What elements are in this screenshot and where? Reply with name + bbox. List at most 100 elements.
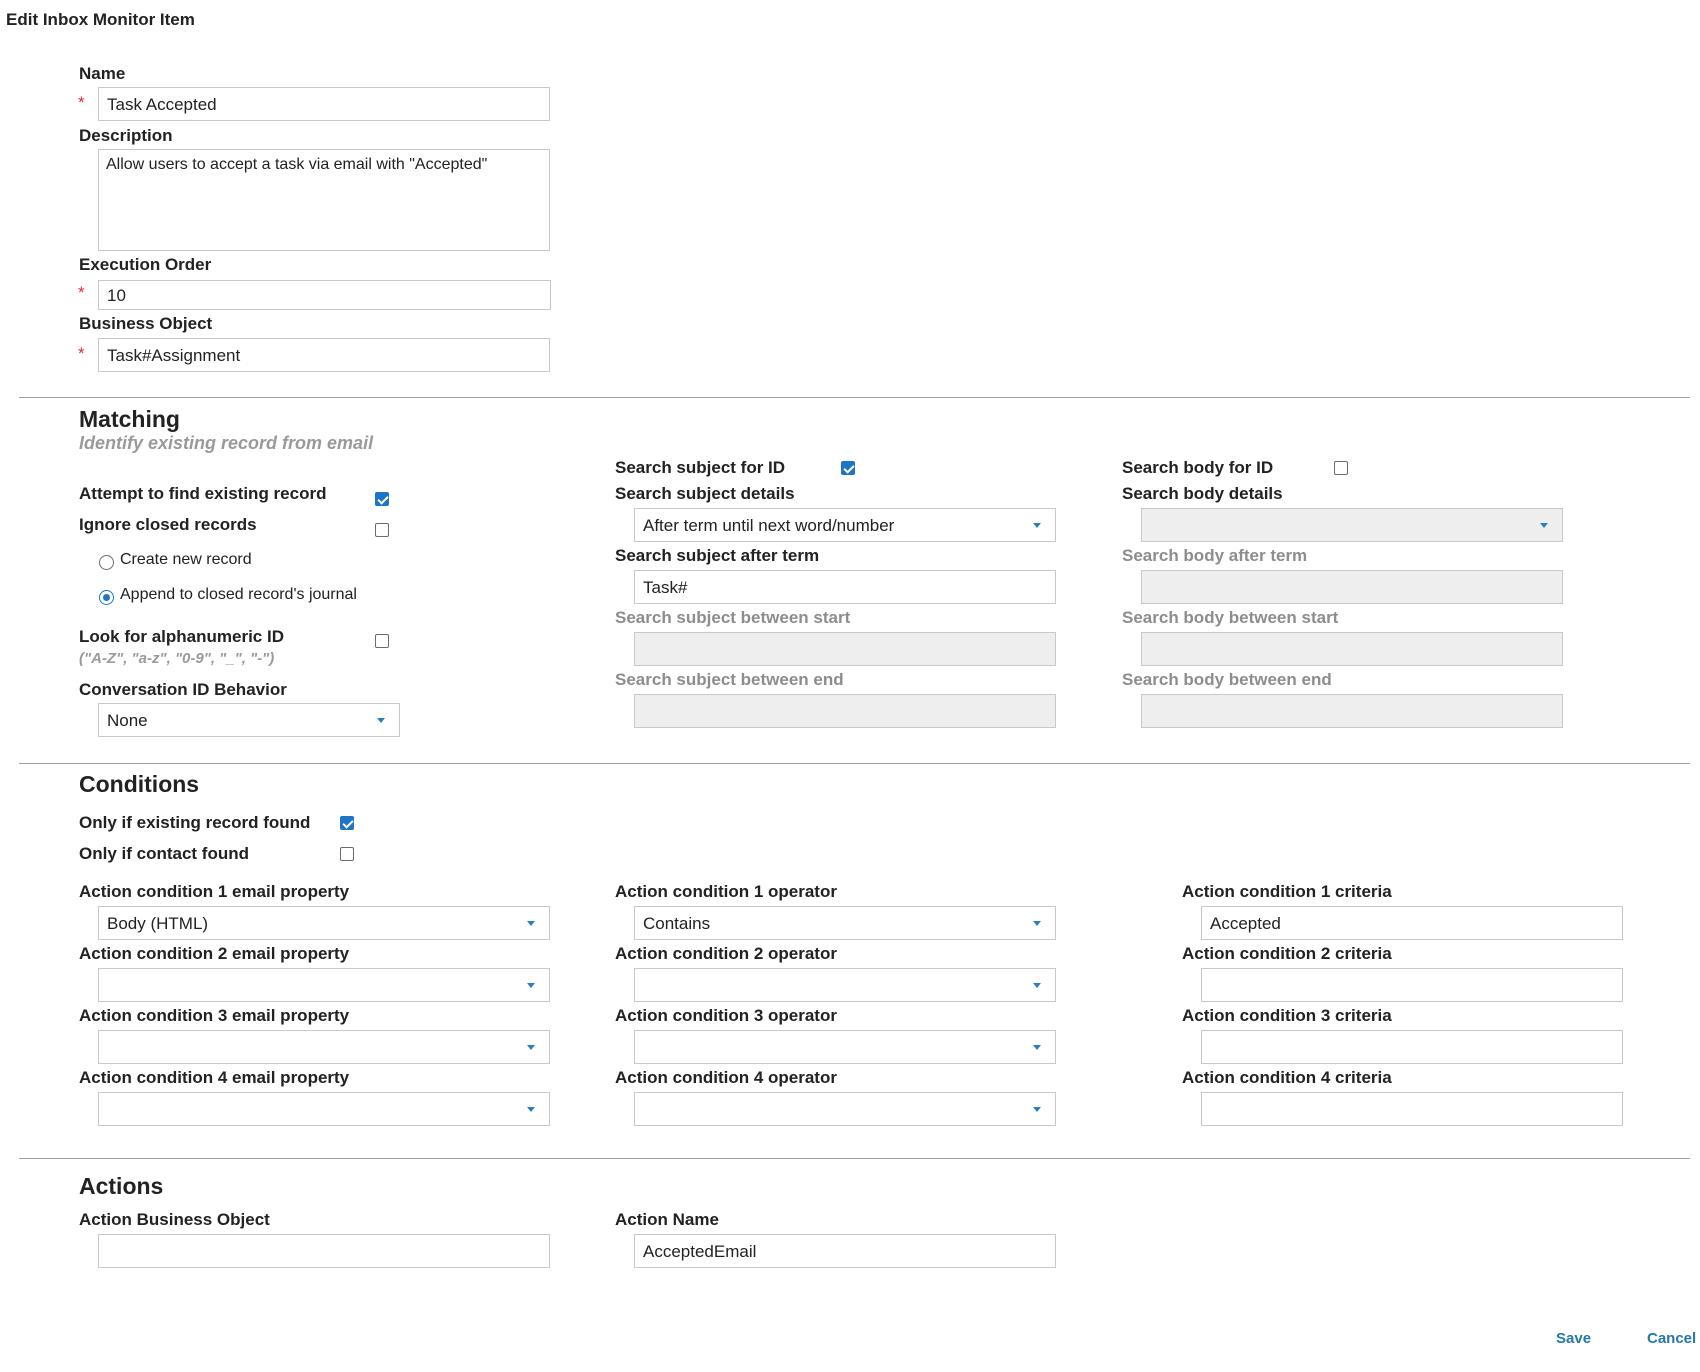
append-closed-label: Append to closed record's journal bbox=[120, 586, 357, 603]
condition-property-value: Body (HTML) bbox=[107, 914, 209, 933]
business-object-label: Business Object bbox=[79, 314, 213, 333]
append-closed-radio[interactable] bbox=[99, 590, 114, 605]
condition-property-label: Action condition 4 email property bbox=[79, 1068, 350, 1087]
search-subject-id-checkbox[interactable] bbox=[841, 461, 855, 475]
conversation-id-label: Conversation ID Behavior bbox=[79, 680, 287, 699]
search-subject-after-label: Search subject after term bbox=[615, 546, 820, 565]
chevron-down-icon bbox=[527, 1107, 535, 1112]
section-divider bbox=[19, 397, 1690, 398]
search-body-details-label: Search body details bbox=[1122, 484, 1283, 503]
search-body-after-input[interactable] bbox=[1141, 570, 1563, 604]
execution-order-label: Execution Order bbox=[79, 255, 212, 274]
condition-operator-label: Action condition 4 operator bbox=[615, 1068, 837, 1087]
chevron-down-icon bbox=[1033, 523, 1041, 528]
chevron-down-icon bbox=[527, 1045, 535, 1050]
condition-property-select[interactable] bbox=[98, 968, 550, 1002]
name-label: Name bbox=[79, 64, 126, 83]
condition-criteria-label: Action condition 4 criteria bbox=[1182, 1068, 1392, 1087]
condition-operator-label: Action condition 1 operator bbox=[615, 882, 837, 901]
search-body-between-end-input[interactable] bbox=[1141, 694, 1563, 728]
cancel-button[interactable]: Cancel bbox=[1647, 1330, 1696, 1347]
condition-property-select[interactable] bbox=[98, 1030, 550, 1064]
required-marker: * bbox=[78, 283, 85, 302]
description-textarea[interactable]: Allow users to accept a task via email w… bbox=[98, 149, 550, 251]
action-business-object-label: Action Business Object bbox=[79, 1210, 270, 1229]
search-subject-id-label: Search subject for ID bbox=[615, 458, 786, 477]
only-existing-label: Only if existing record found bbox=[79, 813, 311, 832]
search-body-between-start-label: Search body between start bbox=[1122, 608, 1339, 627]
condition-criteria-input[interactable]: Accepted bbox=[1201, 906, 1623, 940]
ignore-closed-checkbox[interactable] bbox=[375, 523, 389, 537]
attempt-find-label: Attempt to find existing record bbox=[79, 484, 327, 503]
condition-criteria-input[interactable] bbox=[1201, 1030, 1623, 1064]
condition-criteria-label: Action condition 3 criteria bbox=[1182, 1006, 1392, 1025]
search-body-after-label: Search body after term bbox=[1122, 546, 1308, 565]
search-body-id-checkbox[interactable] bbox=[1334, 461, 1348, 475]
chevron-down-icon bbox=[1540, 523, 1548, 528]
chevron-down-icon bbox=[1033, 983, 1041, 988]
required-marker: * bbox=[78, 344, 85, 363]
search-subject-details-value: After term until next word/number bbox=[643, 516, 895, 535]
condition-operator-value: Contains bbox=[643, 914, 711, 933]
page-title: Edit Inbox Monitor Item bbox=[6, 10, 195, 29]
chevron-down-icon bbox=[527, 983, 535, 988]
actions-title: Actions bbox=[79, 1173, 164, 1199]
condition-property-label: Action condition 2 email property bbox=[79, 944, 350, 963]
chevron-down-icon bbox=[1033, 921, 1041, 926]
condition-operator-select[interactable]: Contains bbox=[634, 906, 1056, 940]
search-subject-between-end-input[interactable] bbox=[634, 694, 1056, 728]
only-existing-checkbox[interactable] bbox=[340, 816, 354, 830]
search-subject-between-start-label: Search subject between start bbox=[615, 608, 851, 627]
condition-operator-select[interactable] bbox=[634, 1030, 1056, 1064]
only-contact-label: Only if contact found bbox=[79, 844, 249, 863]
matching-subtitle: Identify existing record from email bbox=[79, 433, 374, 453]
search-body-details-select[interactable] bbox=[1141, 508, 1563, 542]
alphanumeric-id-checkbox[interactable] bbox=[375, 634, 389, 648]
alphanumeric-id-hint: ("A-Z", "a-z", "0-9", "_", "-") bbox=[79, 650, 275, 667]
alphanumeric-id-label: Look for alphanumeric ID bbox=[79, 627, 284, 646]
name-input[interactable]: Task Accepted bbox=[98, 87, 550, 121]
condition-property-label: Action condition 1 email property bbox=[79, 882, 350, 901]
search-subject-details-select[interactable]: After term until next word/number bbox=[634, 508, 1056, 542]
conversation-id-value: None bbox=[107, 711, 148, 730]
condition-operator-select[interactable] bbox=[634, 1092, 1056, 1126]
chevron-down-icon bbox=[527, 921, 535, 926]
description-label: Description bbox=[79, 126, 173, 145]
condition-criteria-label: Action condition 1 criteria bbox=[1182, 882, 1392, 901]
create-new-label: Create new record bbox=[120, 551, 252, 568]
condition-operator-label: Action condition 2 operator bbox=[615, 944, 837, 963]
search-subject-details-label: Search subject details bbox=[615, 484, 795, 503]
section-divider bbox=[19, 763, 1690, 764]
matching-title: Matching bbox=[79, 406, 180, 432]
action-business-object-input[interactable] bbox=[98, 1234, 550, 1268]
search-body-between-start-input[interactable] bbox=[1141, 632, 1563, 666]
attempt-find-checkbox[interactable] bbox=[375, 492, 389, 506]
execution-order-input[interactable]: 10 bbox=[98, 280, 551, 310]
condition-operator-label: Action condition 3 operator bbox=[615, 1006, 837, 1025]
action-name-label: Action Name bbox=[615, 1210, 719, 1229]
condition-criteria-input[interactable] bbox=[1201, 968, 1623, 1002]
create-new-radio[interactable] bbox=[99, 555, 114, 570]
business-object-input[interactable]: Task#Assignment bbox=[98, 338, 550, 372]
required-marker: * bbox=[78, 93, 85, 112]
only-contact-checkbox[interactable] bbox=[340, 847, 354, 861]
condition-property-label: Action condition 3 email property bbox=[79, 1006, 350, 1025]
condition-operator-select[interactable] bbox=[634, 968, 1056, 1002]
section-divider bbox=[19, 1158, 1690, 1159]
condition-criteria-input[interactable] bbox=[1201, 1092, 1623, 1126]
search-body-between-end-label: Search body between end bbox=[1122, 670, 1332, 689]
ignore-closed-label: Ignore closed records bbox=[79, 515, 257, 534]
search-subject-after-input[interactable]: Task# bbox=[634, 570, 1056, 604]
conditions-title: Conditions bbox=[79, 771, 200, 797]
save-button[interactable]: Save bbox=[1556, 1330, 1591, 1347]
condition-property-select[interactable] bbox=[98, 1092, 550, 1126]
action-name-input[interactable]: AcceptedEmail bbox=[634, 1234, 1056, 1268]
search-subject-between-start-input[interactable] bbox=[634, 632, 1056, 666]
chevron-down-icon bbox=[1033, 1107, 1041, 1112]
conversation-id-select[interactable]: None bbox=[98, 703, 400, 737]
chevron-down-icon bbox=[377, 718, 385, 723]
search-body-id-label: Search body for ID bbox=[1122, 458, 1274, 477]
condition-property-select[interactable]: Body (HTML) bbox=[98, 906, 550, 940]
search-subject-between-end-label: Search subject between end bbox=[615, 670, 844, 689]
chevron-down-icon bbox=[1033, 1045, 1041, 1050]
